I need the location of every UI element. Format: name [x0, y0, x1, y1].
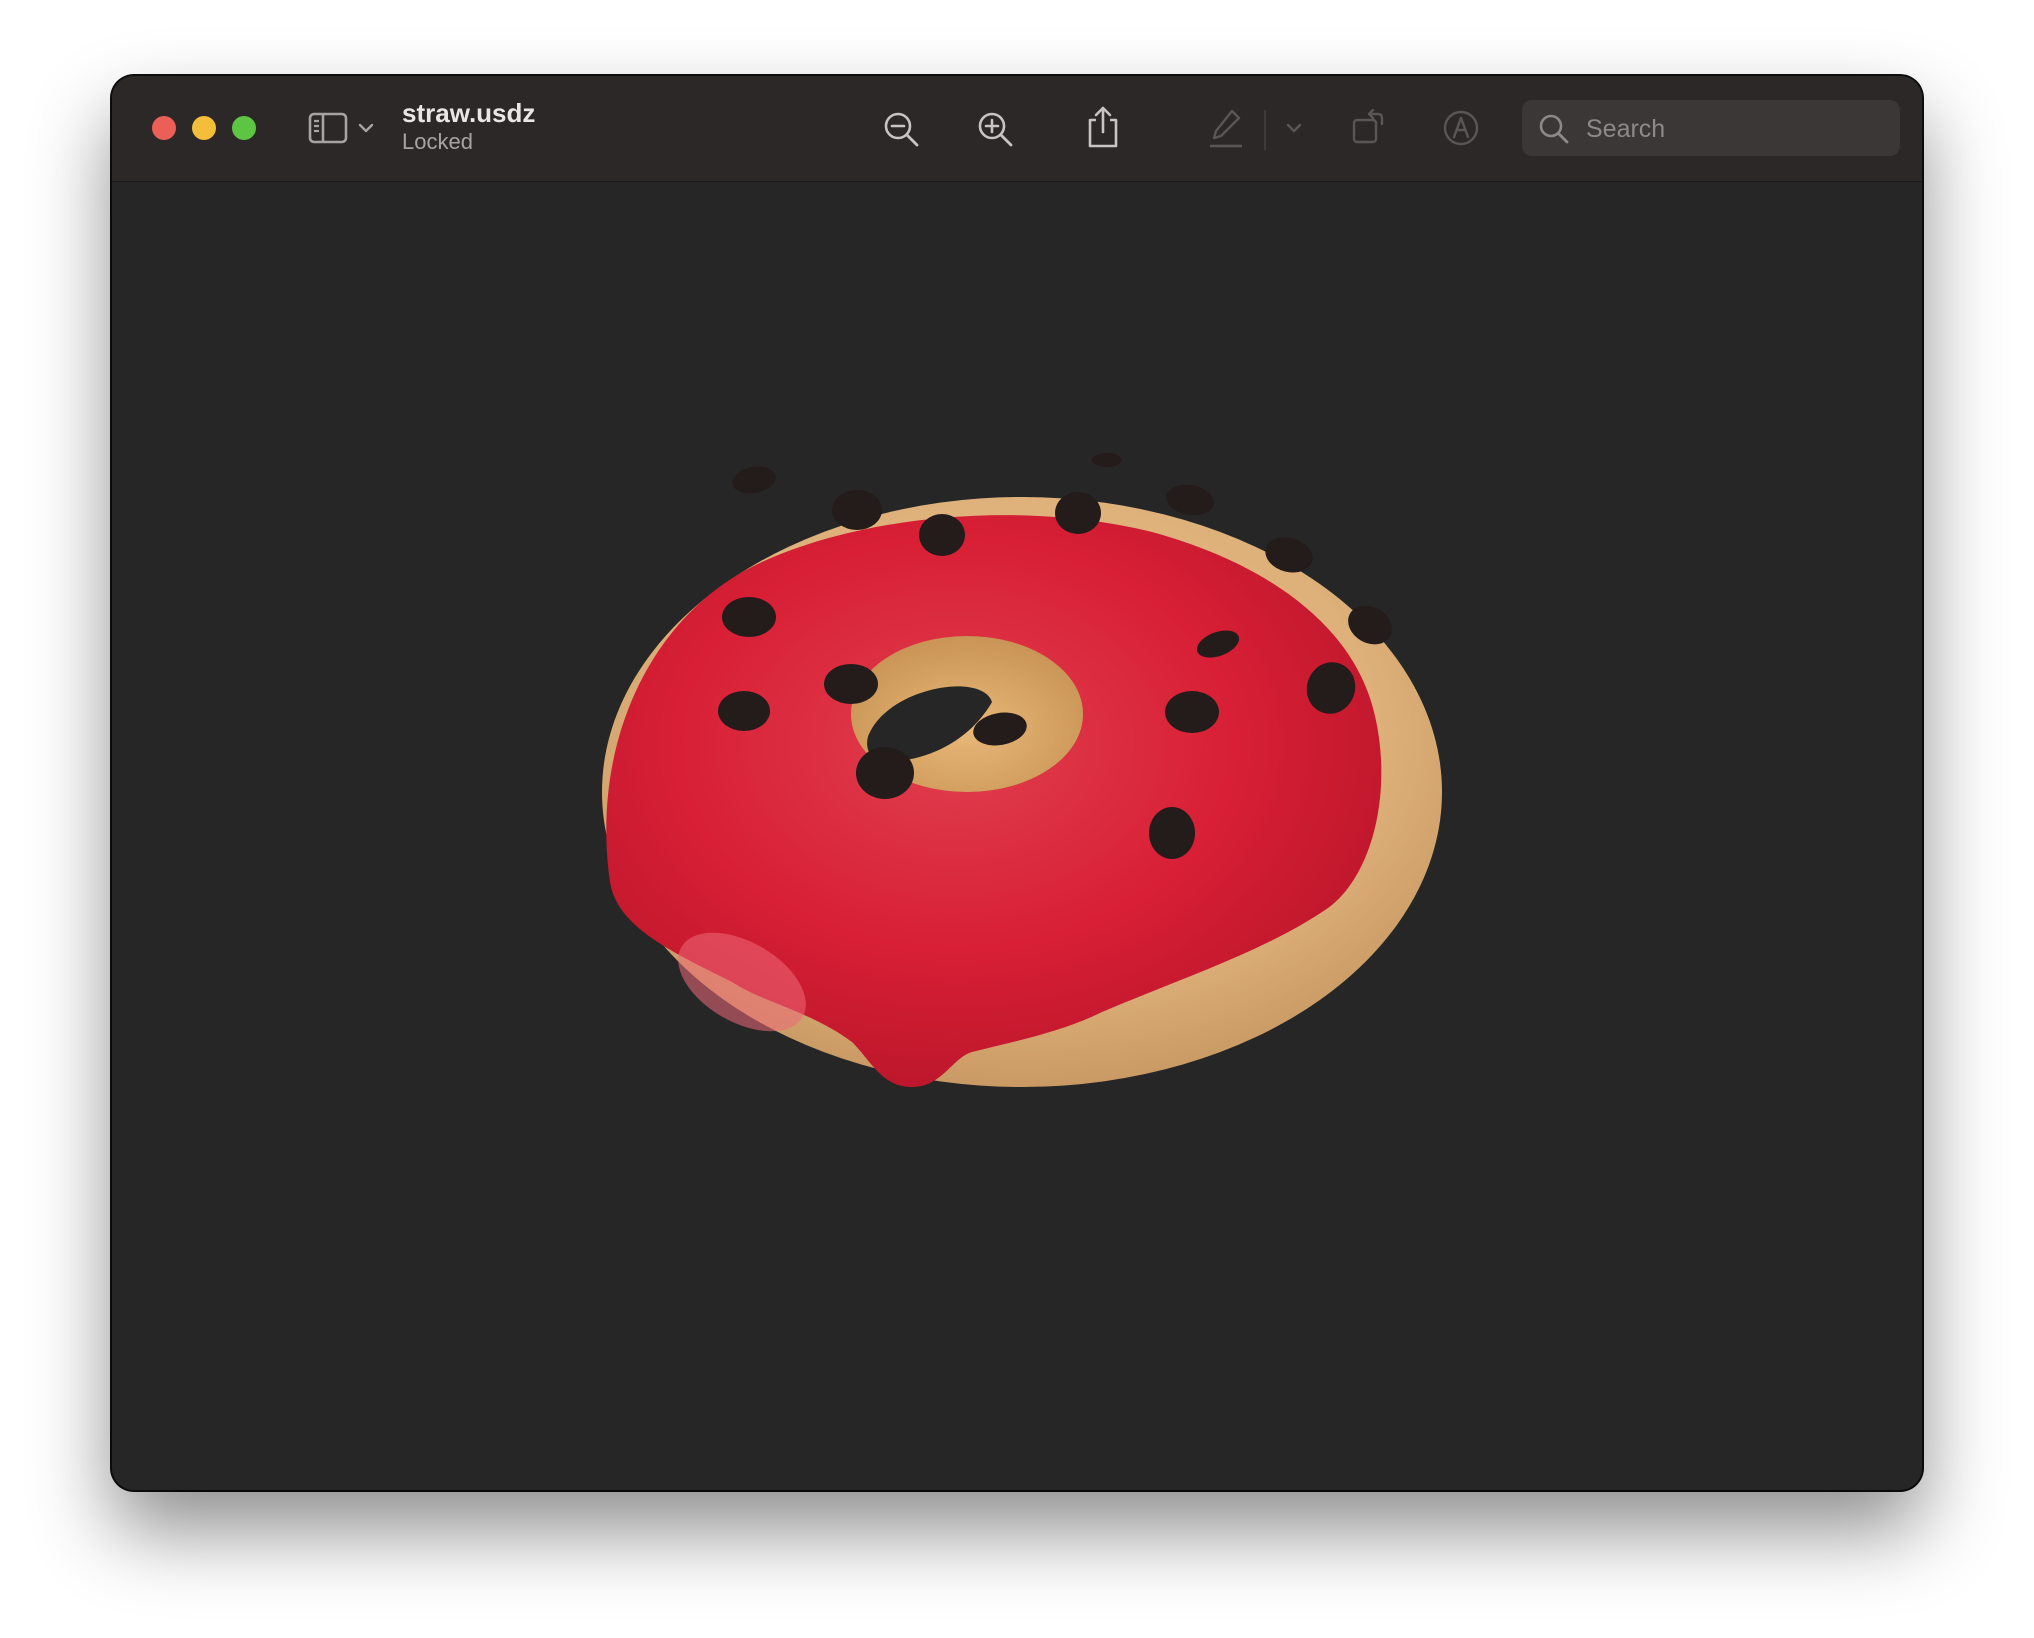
toolbar-divider — [1264, 110, 1266, 150]
close-button[interactable] — [152, 116, 176, 140]
markup-pen-icon — [1210, 109, 1242, 148]
sidebar-icon — [308, 112, 348, 144]
rotate-button[interactable] — [1344, 102, 1392, 152]
share-icon — [1088, 106, 1118, 148]
model-viewport[interactable] — [112, 182, 1922, 1490]
chevron-down-icon — [358, 123, 374, 133]
zoom-out-button[interactable] — [876, 104, 926, 154]
preview-window: straw.usdz Locked — [112, 76, 1922, 1490]
document-title[interactable]: straw.usdz — [402, 98, 535, 128]
search-field[interactable] — [1522, 100, 1900, 158]
sidebar-toggle-button[interactable] — [306, 106, 350, 150]
search-icon — [1539, 114, 1569, 144]
title-block: straw.usdz Locked — [402, 98, 535, 156]
title-bar: straw.usdz Locked — [112, 76, 1922, 182]
donut-model[interactable] — [112, 182, 1922, 1490]
annotate-icon — [1443, 110, 1479, 146]
maximize-button[interactable] — [232, 116, 256, 140]
markup-button[interactable] — [1202, 102, 1250, 154]
rotate-icon — [1352, 108, 1384, 144]
annotate-button[interactable] — [1438, 104, 1484, 152]
zoom-in-icon — [978, 112, 1013, 147]
markup-menu-button[interactable] — [1282, 116, 1306, 140]
share-button[interactable] — [1078, 100, 1128, 154]
sidebar-menu-button[interactable] — [354, 116, 378, 140]
document-status: Locked — [402, 129, 473, 154]
minimize-button[interactable] — [192, 116, 216, 140]
search-input[interactable] — [1584, 100, 1888, 158]
chevron-down-icon — [1286, 123, 1302, 133]
zoom-out-icon — [884, 112, 919, 147]
zoom-in-button[interactable] — [970, 104, 1020, 154]
